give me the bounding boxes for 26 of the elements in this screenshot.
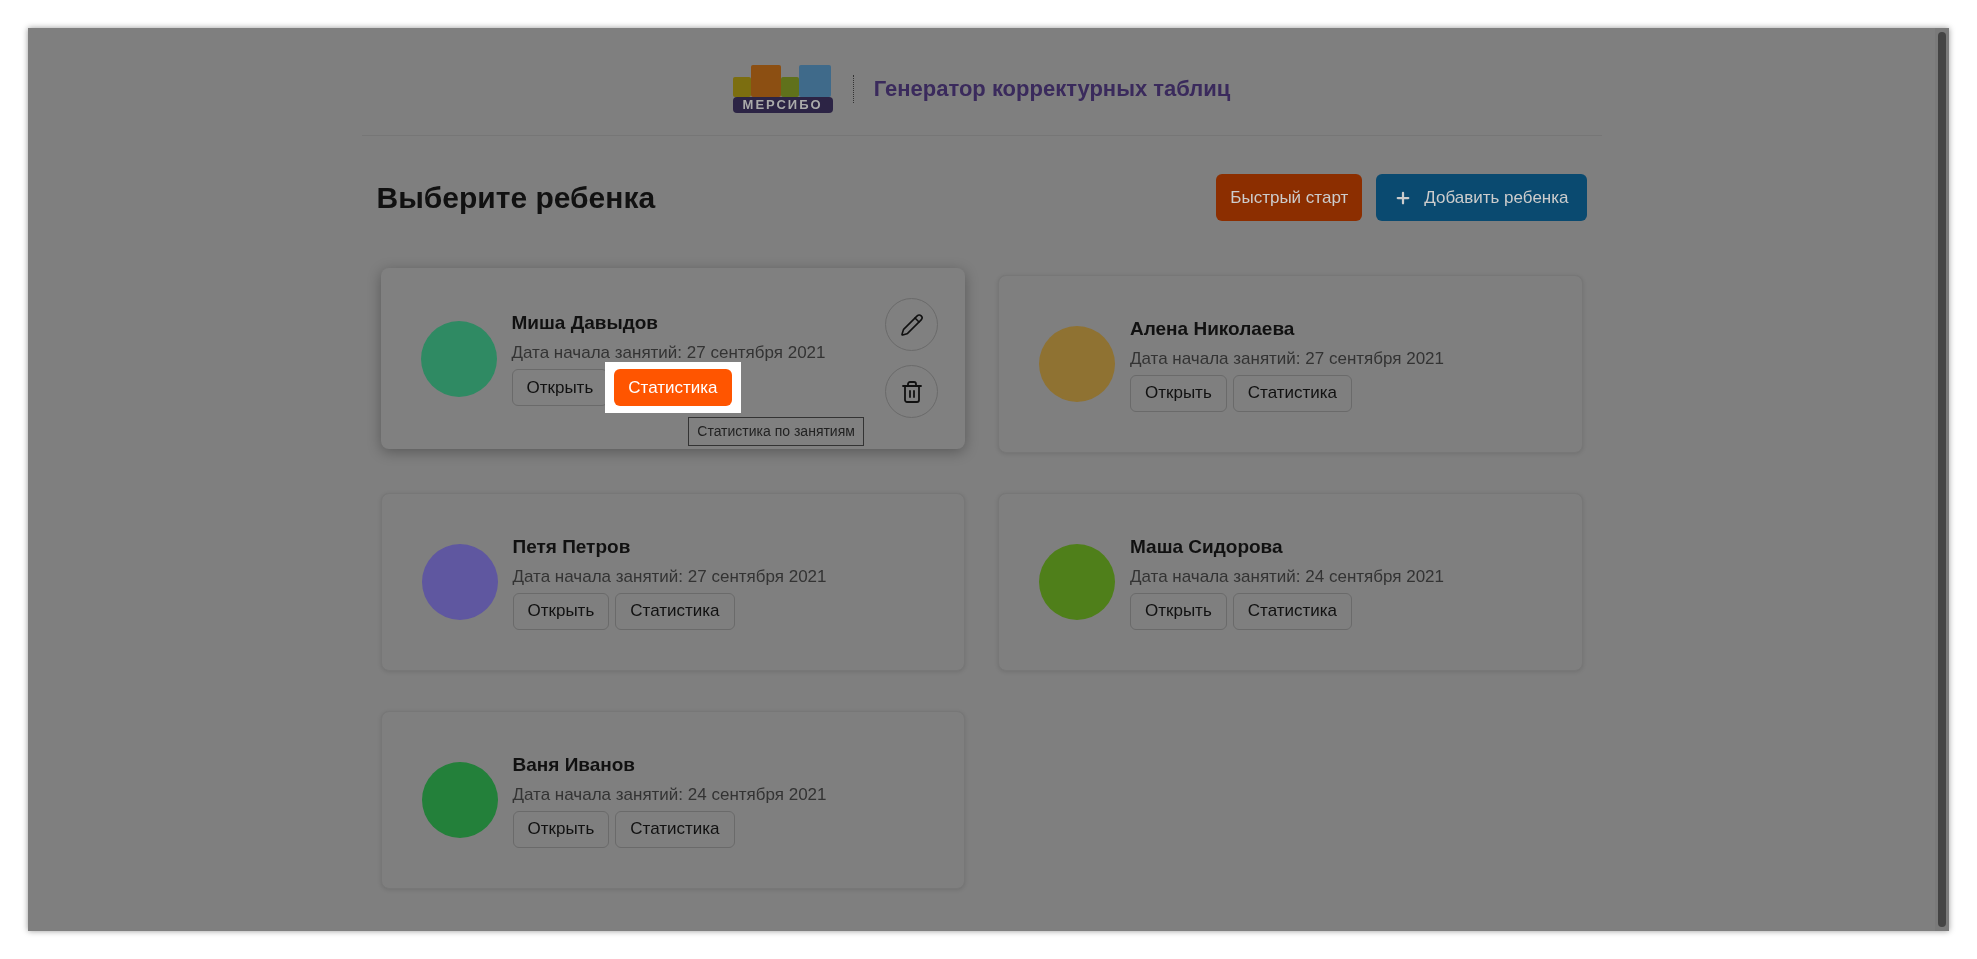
page-title: Выберите ребенка bbox=[376, 180, 656, 216]
child-action-button[interactable]: Статистика bbox=[1232, 592, 1353, 630]
child-action-button[interactable]: Открыть bbox=[512, 810, 610, 848]
child-action-button[interactable]: Открыть bbox=[1130, 374, 1227, 412]
start-date: Дата начала занятий: 27 сентября 2021 bbox=[511, 342, 826, 364]
child-name: Миша Давыдов bbox=[511, 311, 660, 335]
child-name: Алена Николаева bbox=[1130, 316, 1296, 341]
child-name: Маша Сидорова bbox=[1130, 534, 1284, 559]
child-name: Петя Петров bbox=[512, 534, 632, 559]
start-date: Дата начала занятий: 27 сентября 2021 bbox=[512, 565, 827, 588]
child-action-button[interactable]: Статистика bbox=[615, 810, 735, 848]
start-date: Дата начала занятий: 24 сентября 2021 bbox=[512, 783, 827, 806]
pencil-icon bbox=[899, 312, 924, 337]
child-action-button[interactable]: Открыть bbox=[1130, 592, 1227, 630]
tooltip: Статистика по занятиям bbox=[688, 417, 864, 446]
child-action-button[interactable]: Статистика bbox=[1232, 374, 1353, 412]
add-child-button[interactable]: Добавить ребенка bbox=[1376, 174, 1587, 221]
child-action-button[interactable]: Статистика bbox=[615, 592, 735, 630]
child-name: Ваня Иванов bbox=[512, 752, 637, 777]
child-action-button[interactable]: Открыть bbox=[512, 592, 610, 630]
statistics-button[interactable]: Статистика bbox=[614, 369, 732, 406]
start-date: Дата начала занятий: 27 сентября 2021 bbox=[1130, 347, 1445, 370]
trash-icon bbox=[899, 379, 924, 404]
app-title: Генератор корректурных таблиц bbox=[873, 75, 1231, 103]
start-date: Дата начала занятий: 24 сентября 2021 bbox=[1130, 565, 1445, 588]
quick-start-button[interactable]: Быстрый старт bbox=[1216, 174, 1363, 221]
